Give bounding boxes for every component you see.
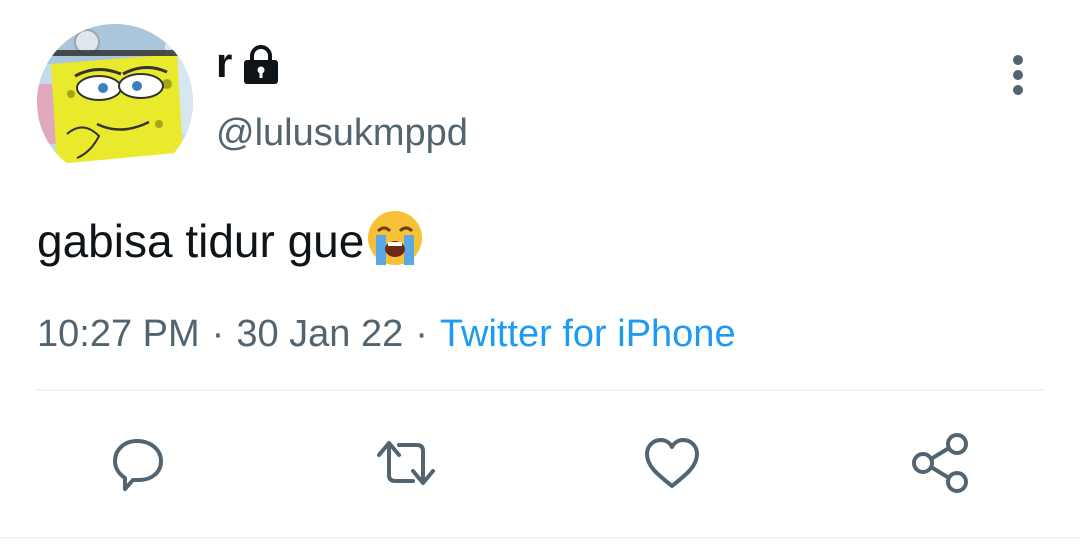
- share-icon: [912, 433, 968, 493]
- heart-icon: [645, 438, 699, 488]
- lock-icon: [244, 45, 279, 84]
- retweet-button[interactable]: [368, 425, 444, 501]
- loudly-crying-face-emoji-icon: [368, 211, 423, 265]
- tweet-card: r @lulusukmppd gabisa tidur gue 10:27 PM: [0, 0, 1080, 555]
- display-name[interactable]: r: [216, 38, 232, 88]
- share-button[interactable]: [902, 425, 978, 501]
- more-options-button[interactable]: [996, 50, 1040, 100]
- tweet-meta: 10:27 PM · 30 Jan 22 · Twitter for iPhon…: [37, 306, 736, 362]
- tweet-date[interactable]: 30 Jan 22: [236, 306, 403, 362]
- tweet-body: gabisa tidur gue: [37, 206, 424, 276]
- reply-button[interactable]: [101, 425, 177, 501]
- like-button[interactable]: [634, 425, 710, 501]
- avatar[interactable]: [37, 24, 193, 180]
- tweet-actions: [0, 425, 1080, 501]
- author-handle[interactable]: @lulusukmppd: [216, 108, 468, 158]
- meta-separator: ·: [211, 313, 225, 355]
- author-name-row: r: [216, 38, 282, 88]
- meta-separator: ·: [415, 313, 428, 355]
- retweet-icon: [377, 441, 435, 485]
- spongebob-avatar-icon: [37, 24, 193, 180]
- tweet-time[interactable]: 10:27 PM: [37, 306, 200, 362]
- more-vertical-icon: [1013, 55, 1023, 95]
- tweet-text: gabisa tidur gue: [37, 215, 365, 267]
- reply-icon: [113, 439, 163, 491]
- tweet-source-link[interactable]: Twitter for iPhone: [440, 306, 736, 362]
- divider: [37, 389, 1043, 391]
- bottom-divider: [0, 537, 1080, 539]
